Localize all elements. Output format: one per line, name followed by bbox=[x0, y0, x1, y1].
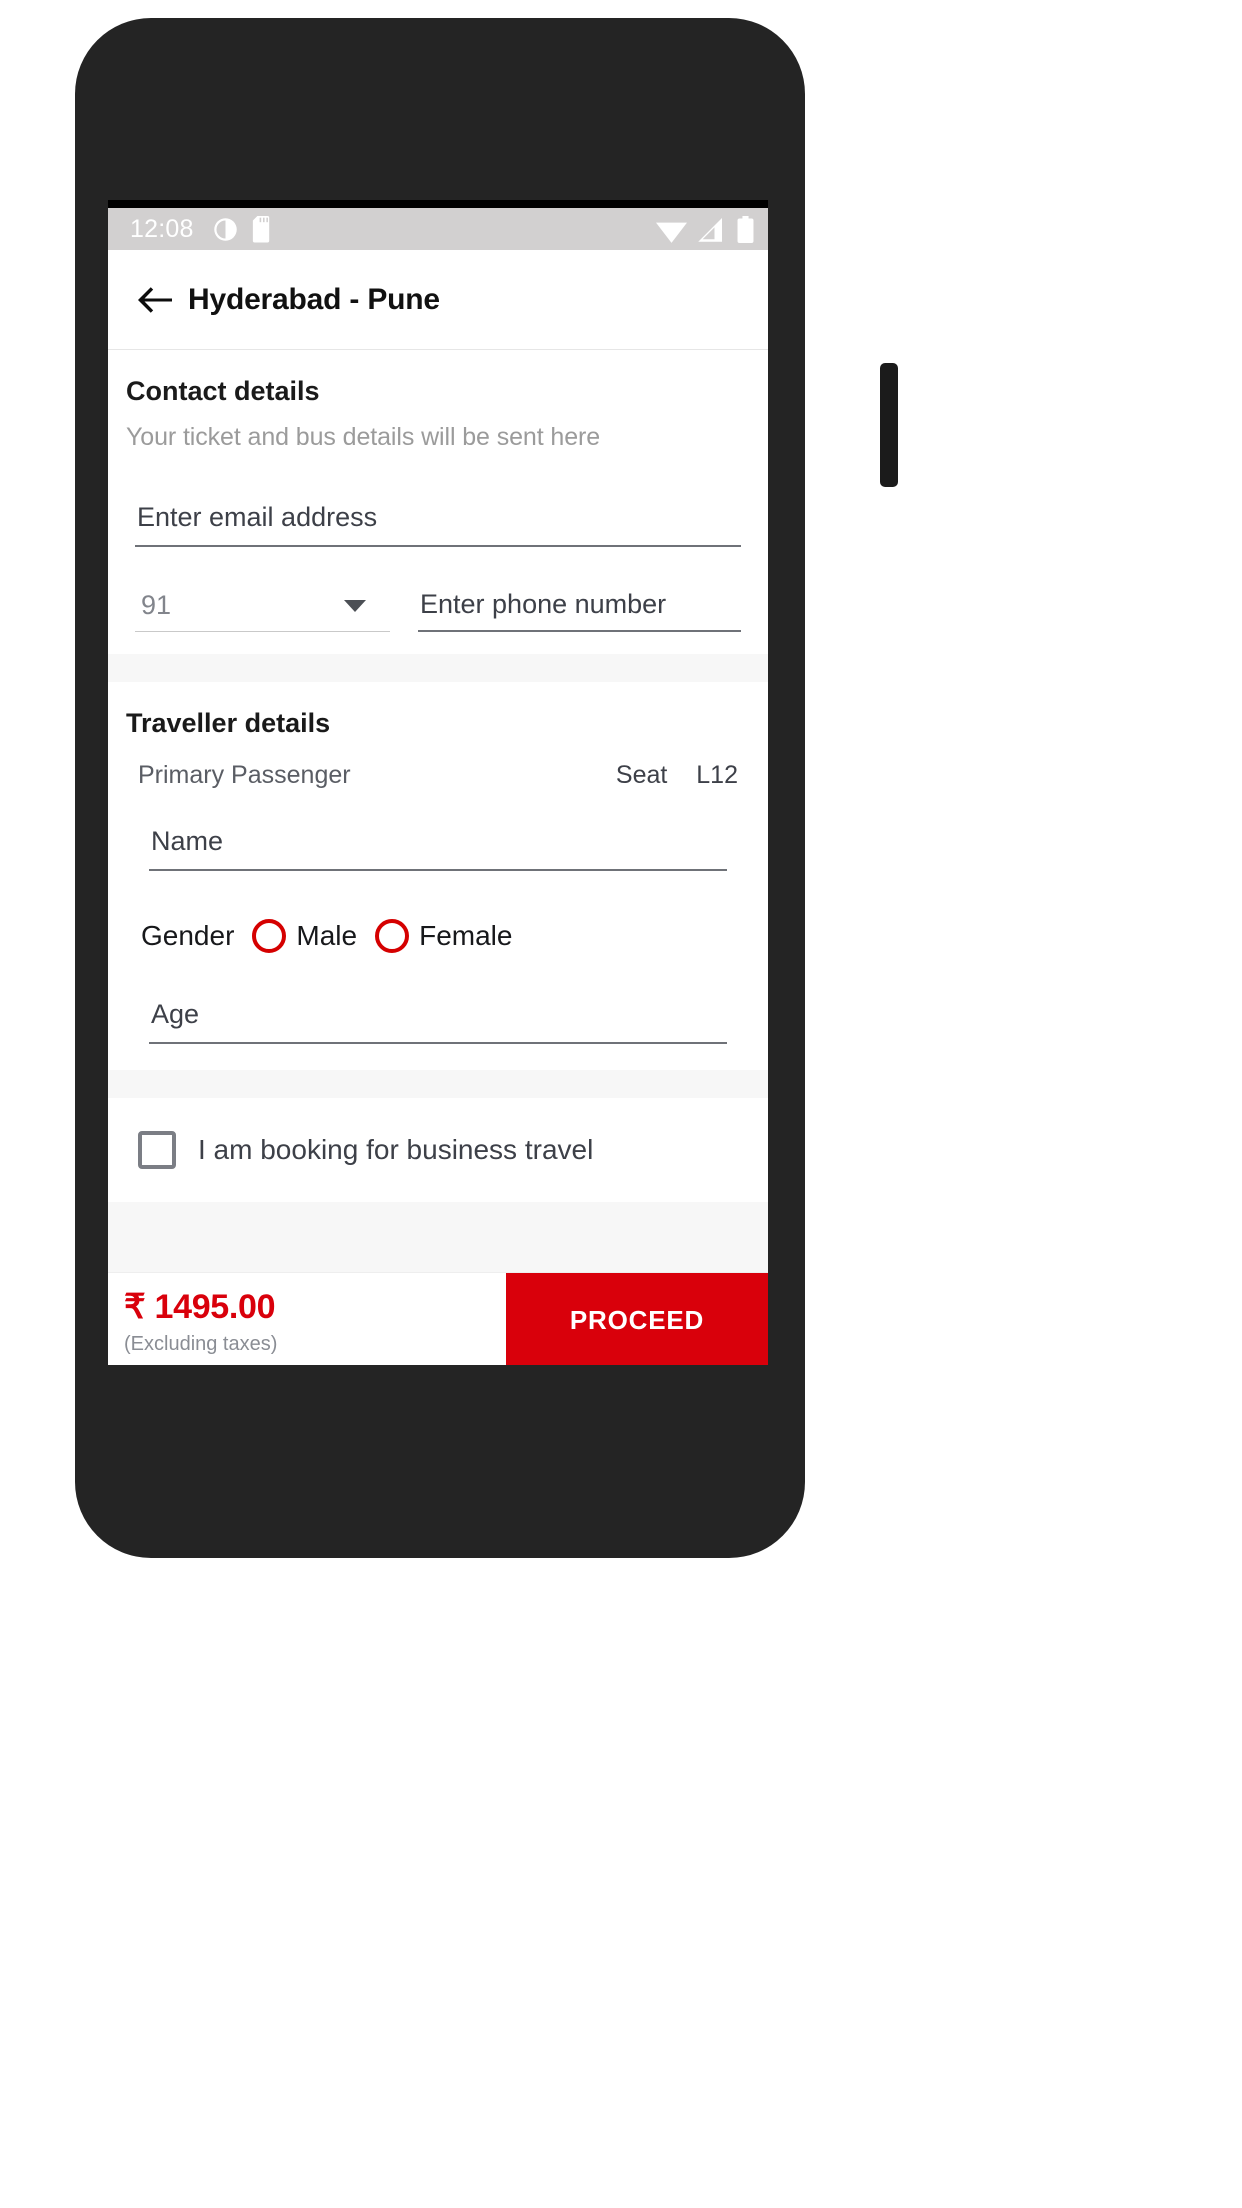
status-bar-right-icons bbox=[656, 215, 754, 243]
gender-radio-female[interactable] bbox=[375, 919, 410, 953]
country-code-select[interactable]: 91 bbox=[135, 590, 390, 632]
seat-number: L12 bbox=[696, 761, 738, 789]
section-divider-2 bbox=[108, 1070, 768, 1098]
signal-icon bbox=[698, 217, 722, 242]
page-title: Hyderabad - Pune bbox=[188, 282, 440, 316]
phone-number-field[interactable]: Enter phone number bbox=[418, 589, 741, 632]
gender-option-male-label[interactable]: Male bbox=[296, 920, 357, 952]
battery-icon bbox=[737, 215, 754, 243]
bottom-price-bar: ₹ 1495.00 (Excluding taxes) PROCEED bbox=[108, 1272, 768, 1365]
business-travel-checkbox[interactable] bbox=[138, 1131, 176, 1169]
status-bar: 12:08 bbox=[108, 208, 768, 250]
device-power-button[interactable] bbox=[880, 363, 898, 487]
section-divider-1 bbox=[108, 654, 768, 682]
status-bar-left-icons bbox=[212, 215, 274, 243]
price-block: ₹ 1495.00 (Excluding taxes) bbox=[108, 1273, 506, 1365]
age-field[interactable]: Age bbox=[149, 993, 727, 1044]
gender-label: Gender bbox=[141, 920, 235, 951]
screenshot-root: 12:08 Hyderabad - Pune Contact details Y… bbox=[0, 0, 1242, 2208]
phone-screen: 12:08 Hyderabad - Pune Contact details Y… bbox=[108, 200, 768, 1365]
phone-row: 91 Enter phone number bbox=[135, 589, 741, 654]
app-bar: Hyderabad - Pune bbox=[108, 250, 768, 350]
contact-details-card: Contact details Your ticket and bus deta… bbox=[108, 350, 768, 654]
seat-label: Seat bbox=[615, 761, 668, 789]
gender-radio-male[interactable] bbox=[252, 919, 287, 953]
alarm-icon bbox=[213, 217, 237, 241]
contact-details-heading: Contact details bbox=[126, 376, 320, 406]
main-content: Contact details Your ticket and bus deta… bbox=[108, 350, 768, 1272]
email-field-placeholder: Enter email address bbox=[137, 502, 378, 532]
proceed-button[interactable]: PROCEED bbox=[506, 1273, 768, 1365]
traveller-header-row: Primary Passenger Seat L12 bbox=[126, 761, 750, 790]
name-field-placeholder: Name bbox=[151, 826, 224, 856]
sd-card-icon bbox=[252, 215, 269, 242]
gender-option-female-label[interactable]: Female bbox=[419, 920, 512, 952]
business-travel-label: I am booking for business travel bbox=[198, 1134, 594, 1165]
price-tax-note: (Excluding taxes) bbox=[124, 1333, 278, 1355]
gender-row: Gender Male Female bbox=[126, 919, 750, 953]
name-field[interactable]: Name bbox=[149, 820, 727, 871]
primary-passenger-label: Primary Passenger bbox=[138, 761, 351, 789]
total-price: ₹ 1495.00 bbox=[124, 1288, 276, 1326]
section-divider-3 bbox=[108, 1202, 768, 1272]
contact-details-subtitle: Your ticket and bus details will be sent… bbox=[126, 423, 601, 451]
email-field[interactable]: Enter email address bbox=[135, 496, 741, 547]
country-code-value: 91 bbox=[141, 590, 172, 620]
traveller-details-heading: Traveller details bbox=[126, 708, 331, 738]
screen-content: 12:08 Hyderabad - Pune Contact details Y… bbox=[108, 208, 768, 1365]
status-bar-clock: 12:08 bbox=[130, 214, 194, 243]
phone-field-placeholder: Enter phone number bbox=[420, 589, 667, 619]
age-field-placeholder: Age bbox=[151, 999, 200, 1029]
business-travel-row[interactable]: I am booking for business travel bbox=[108, 1098, 768, 1202]
traveller-details-card: Traveller details Primary Passenger Seat… bbox=[108, 682, 768, 1070]
seat-info: Seat L12 bbox=[616, 761, 738, 790]
wifi-icon bbox=[656, 222, 687, 243]
back-arrow-icon[interactable] bbox=[138, 286, 172, 314]
chevron-down-icon bbox=[344, 599, 366, 612]
